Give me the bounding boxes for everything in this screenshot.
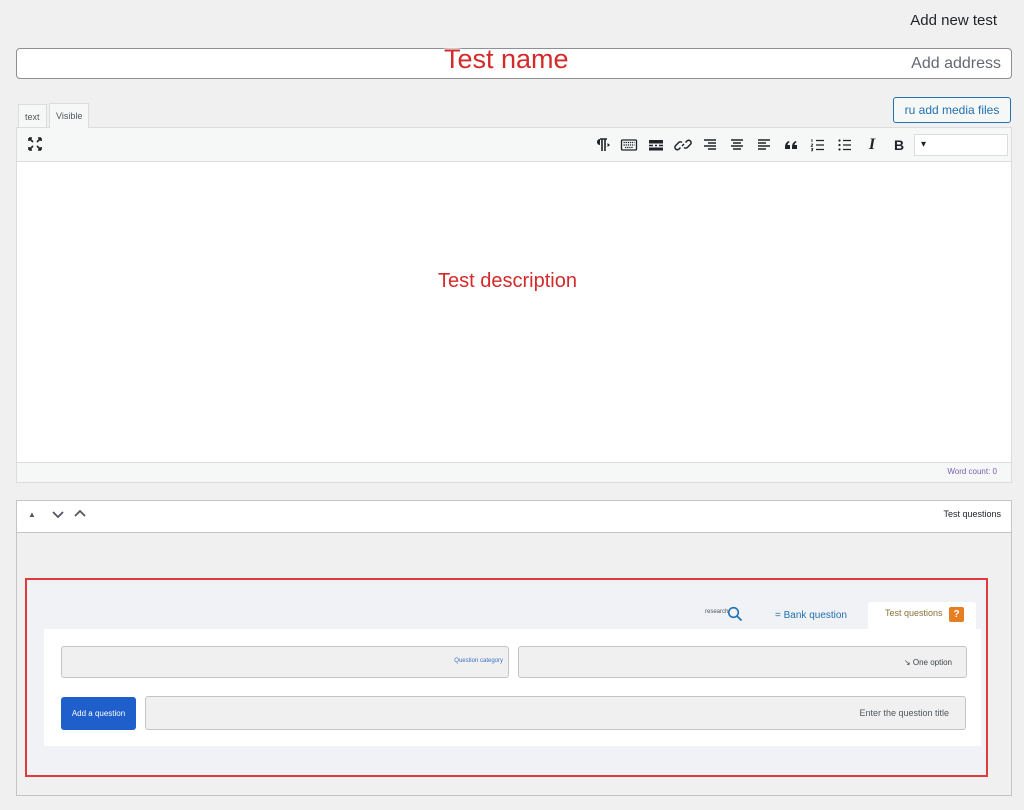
align-left-icon[interactable] bbox=[755, 136, 773, 154]
chevron-down-icon[interactable] bbox=[51, 507, 65, 524]
editor-toolbar: I B ▾ bbox=[17, 128, 1011, 162]
tab-test-questions[interactable]: Test questions ? bbox=[868, 602, 976, 631]
add-question-button[interactable]: Add a question bbox=[61, 697, 136, 730]
word-count: Word count: 0 bbox=[947, 467, 997, 476]
blockquote-icon[interactable] bbox=[782, 136, 800, 154]
annotation-test-description: Test description bbox=[438, 270, 577, 292]
bold-icon[interactable]: B bbox=[890, 136, 908, 154]
tab-text[interactable]: text bbox=[18, 104, 47, 127]
chevron-up-icon[interactable] bbox=[73, 507, 87, 524]
page-heading: Add new test bbox=[910, 12, 997, 29]
tab-visible[interactable]: Visible bbox=[49, 103, 90, 128]
align-right-icon[interactable] bbox=[701, 136, 719, 154]
editor-statusbar: Word count: 0 bbox=[17, 462, 1011, 482]
question-type-select[interactable]: ↘ One option bbox=[518, 646, 967, 678]
annotation-test-name: Test name bbox=[444, 44, 569, 74]
metabox-title: Test questions bbox=[943, 509, 1001, 519]
ordered-list-icon[interactable] bbox=[809, 136, 827, 154]
italic-icon[interactable]: I bbox=[863, 136, 881, 154]
search-icon[interactable] bbox=[727, 606, 743, 622]
research-label: research bbox=[705, 609, 729, 615]
rtl-icon[interactable] bbox=[593, 136, 611, 154]
align-center-icon[interactable] bbox=[728, 136, 746, 154]
editor-content-area[interactable] bbox=[17, 162, 1011, 464]
fullscreen-icon[interactable] bbox=[26, 136, 44, 154]
tab-test-questions-label: Test questions bbox=[885, 608, 943, 618]
question-category-label: Question category bbox=[454, 658, 503, 664]
more-tag-icon[interactable] bbox=[647, 136, 665, 154]
unordered-list-icon[interactable] bbox=[836, 136, 854, 154]
add-media-button[interactable]: ru add media files bbox=[893, 97, 1011, 123]
format-select[interactable]: ▾ bbox=[914, 134, 1008, 156]
metabox-header: ▲ Test questions bbox=[17, 501, 1011, 533]
question-title-input[interactable] bbox=[146, 697, 965, 729]
help-icon[interactable]: ? bbox=[949, 607, 964, 622]
question-title-field[interactable] bbox=[145, 696, 966, 730]
keyboard-icon[interactable] bbox=[620, 136, 638, 154]
tab-bank-question[interactable]: = Bank question bbox=[775, 610, 847, 621]
toggle-panel-icon[interactable]: ▲ bbox=[28, 510, 36, 519]
question-type-label: ↘ One option bbox=[903, 658, 952, 667]
content-editor: I B ▾ Word count: 0 bbox=[16, 127, 1012, 483]
question-category-select[interactable]: Question category bbox=[61, 646, 509, 678]
link-icon[interactable] bbox=[674, 136, 692, 154]
